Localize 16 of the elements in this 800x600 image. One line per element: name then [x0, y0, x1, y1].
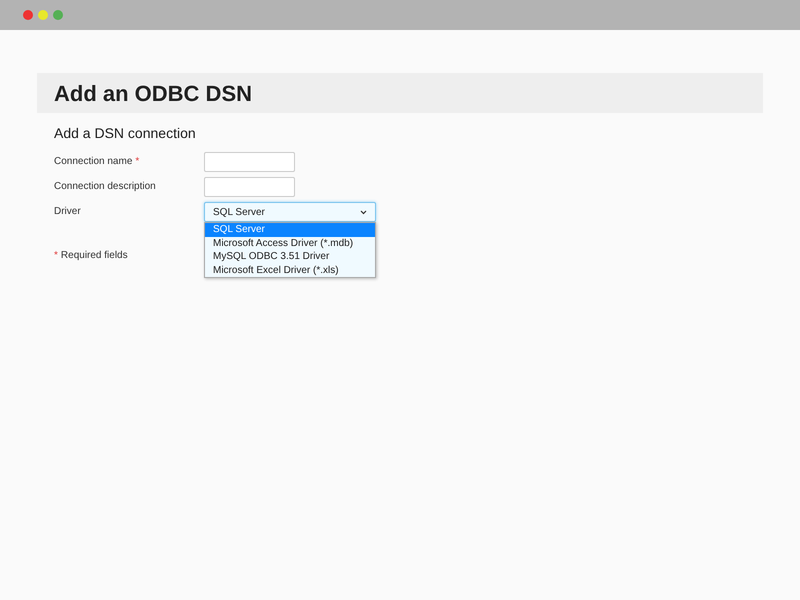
section-title: Add a DSN connection [54, 124, 197, 143]
page-title: Add an ODBC DSN [54, 80, 252, 108]
dropdown-option[interactable]: Microsoft Excel Driver (*.xls) [205, 264, 375, 277]
chevron-down-icon [360, 210, 367, 214]
field-label: Connection description [54, 180, 156, 194]
required-mark: * [135, 155, 140, 169]
field-label: Connection name [54, 155, 132, 169]
text-field[interactable] [204, 177, 295, 197]
dropdown-option[interactable]: MySQL ODBC 3.51 Driver [205, 250, 375, 264]
dropdown-option[interactable]: SQL Server [205, 223, 375, 236]
footnote-text: Required fields [60, 249, 128, 263]
dropdown-option[interactable]: Microsoft Access Driver (*.mdb) [205, 236, 375, 250]
field-label: Driver [54, 205, 81, 219]
driver-select[interactable]: SQL Server [204, 202, 376, 222]
required-mark: * [54, 249, 58, 263]
text-field[interactable] [204, 152, 295, 172]
